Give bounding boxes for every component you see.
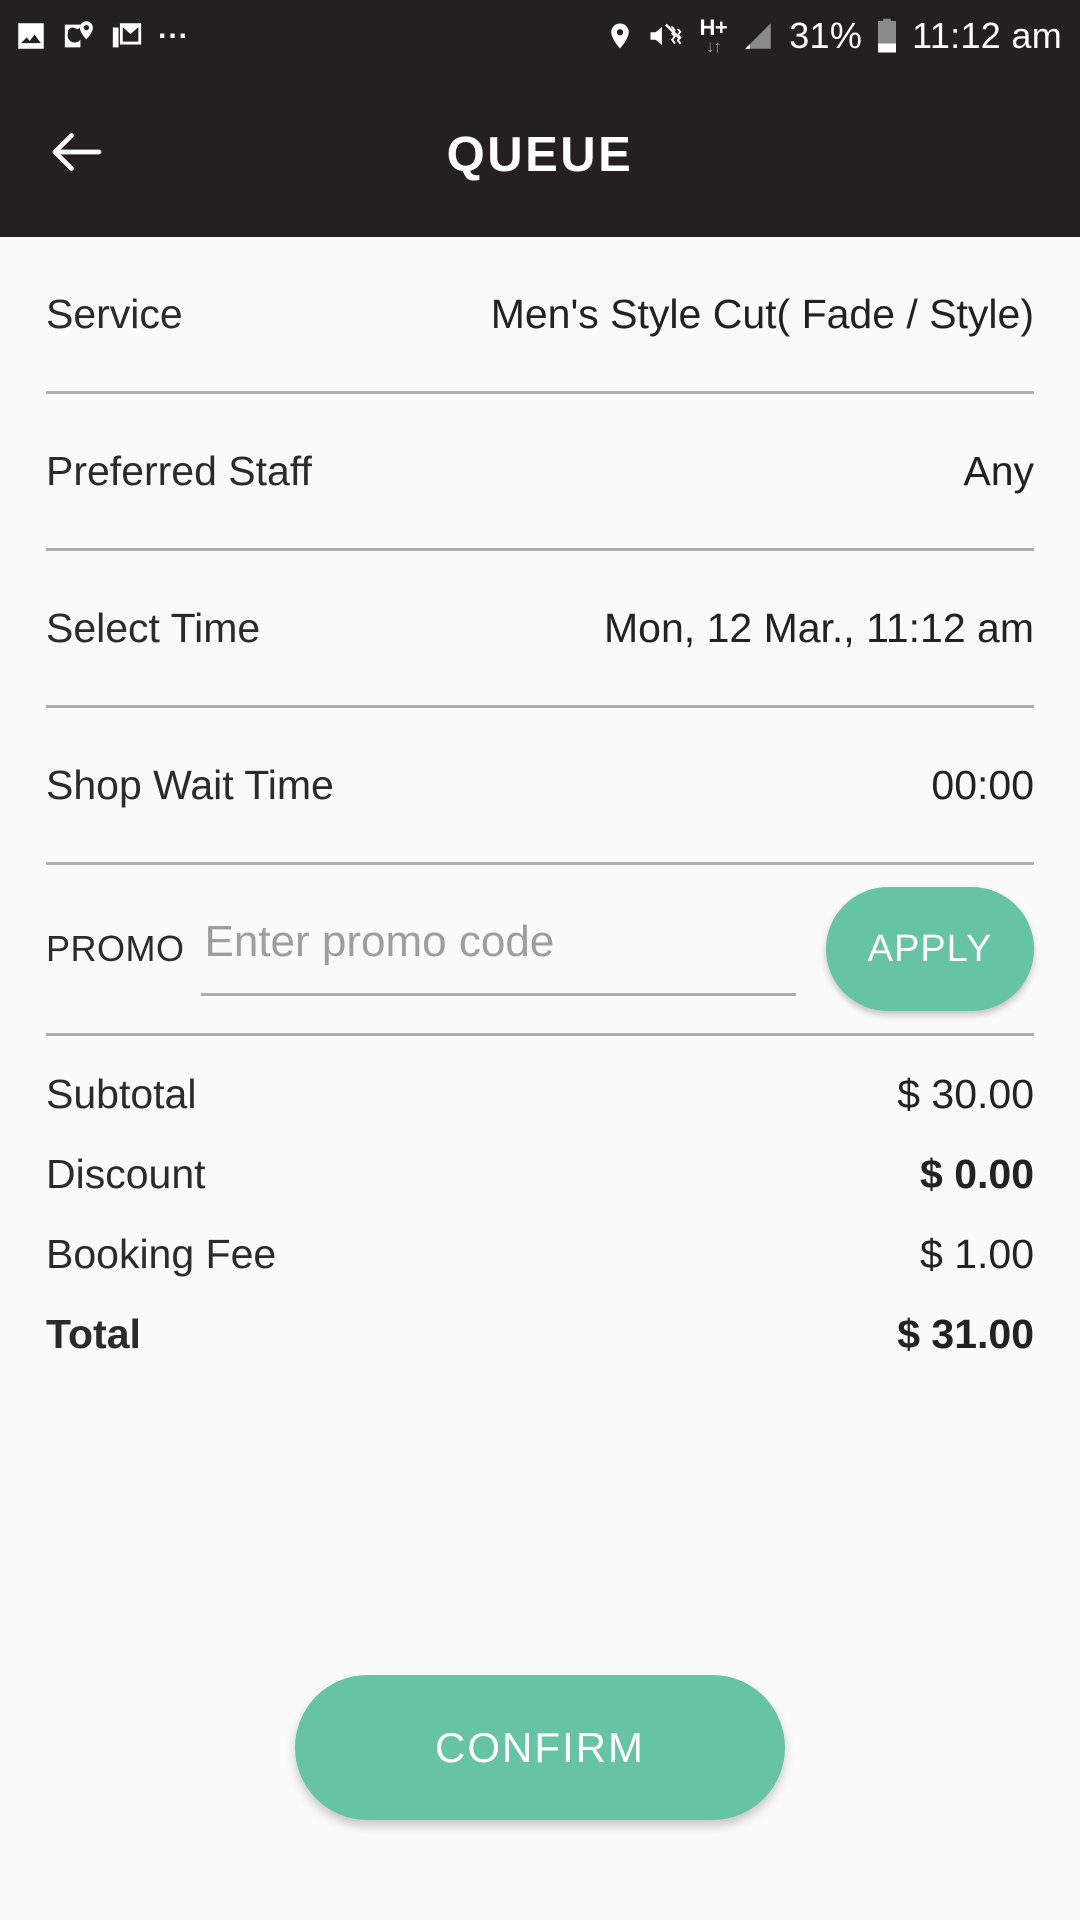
detail-label: Service [46,290,183,337]
summary-label: Discount [46,1150,206,1197]
google-maps-icon [62,19,96,53]
summary-value: $ 30.00 [897,1070,1034,1117]
summary-value: $ 1.00 [920,1230,1034,1277]
location-pin-icon [605,19,635,53]
battery-percent-label: 31% [789,15,863,56]
promo-row: PROMO APPLY [46,865,1034,1033]
price-summary: Subtotal $ 30.00 Discount $ 0.00 Booking… [46,1036,1034,1374]
status-bar-left: ... [14,12,190,53]
photos-icon [14,19,48,53]
hplus-network-icon: H+ ↓↑ [699,15,728,56]
status-overflow-dots: ... [158,12,190,45]
summary-label: Subtotal [46,1070,197,1117]
promo-input-wrapper [200,894,796,1004]
detail-row-shop-wait-time: Shop Wait Time 00:00 [46,708,1034,862]
gmail-icon [110,19,144,53]
promo-label: PROMO [46,928,185,969]
clock-label: 11:12 am [912,15,1062,56]
arrow-left-icon [44,119,110,190]
status-bar: ... H+ ↓↑ 31% 11:12 am [0,0,1080,72]
confirm-button-container: CONFIRM [0,1675,1080,1820]
detail-row-preferred-staff[interactable]: Preferred Staff Any [46,394,1034,548]
page-title: QUEUE [446,127,634,182]
summary-value: $ 31.00 [897,1310,1034,1357]
detail-label: Preferred Staff [46,447,312,494]
network-type-label: H+ [699,15,728,40]
detail-value: Men's Style Cut( Fade / Style) [490,290,1034,337]
detail-label: Select Time [46,604,261,651]
app-bar: QUEUE [0,72,1080,237]
signal-bars-icon [740,19,776,53]
summary-row-total: Total $ 31.00 [46,1294,1034,1374]
data-arrows-icon: ↓↑ [705,37,722,56]
summary-row-discount: Discount $ 0.00 [46,1134,1034,1214]
apply-promo-button[interactable]: APPLY [826,887,1034,1011]
summary-label: Booking Fee [46,1230,277,1277]
volume-mute-vibrate-icon [648,19,686,53]
promo-input-underline [200,993,796,996]
detail-value: Any [963,447,1034,494]
booking-summary-panel: Service Men's Style Cut( Fade / Style) P… [0,237,1080,1374]
summary-row-subtotal: Subtotal $ 30.00 [46,1054,1034,1134]
summary-row-booking-fee: Booking Fee $ 1.00 [46,1214,1034,1294]
promo-code-input[interactable] [200,917,796,981]
summary-label: Total [46,1310,141,1357]
detail-label: Shop Wait Time [46,761,334,808]
battery-icon [875,18,899,54]
back-button[interactable] [22,100,132,210]
detail-row-select-time[interactable]: Select Time Mon, 12 Mar., 11:12 am [46,551,1034,705]
status-bar-right: H+ ↓↑ 31% 11:12 am [605,15,1062,57]
confirm-button[interactable]: CONFIRM [295,1675,785,1820]
detail-row-service[interactable]: Service Men's Style Cut( Fade / Style) [46,237,1034,391]
detail-value: Mon, 12 Mar., 11:12 am [604,604,1034,651]
detail-value: 00:00 [931,761,1034,808]
summary-value: $ 0.00 [920,1150,1034,1197]
